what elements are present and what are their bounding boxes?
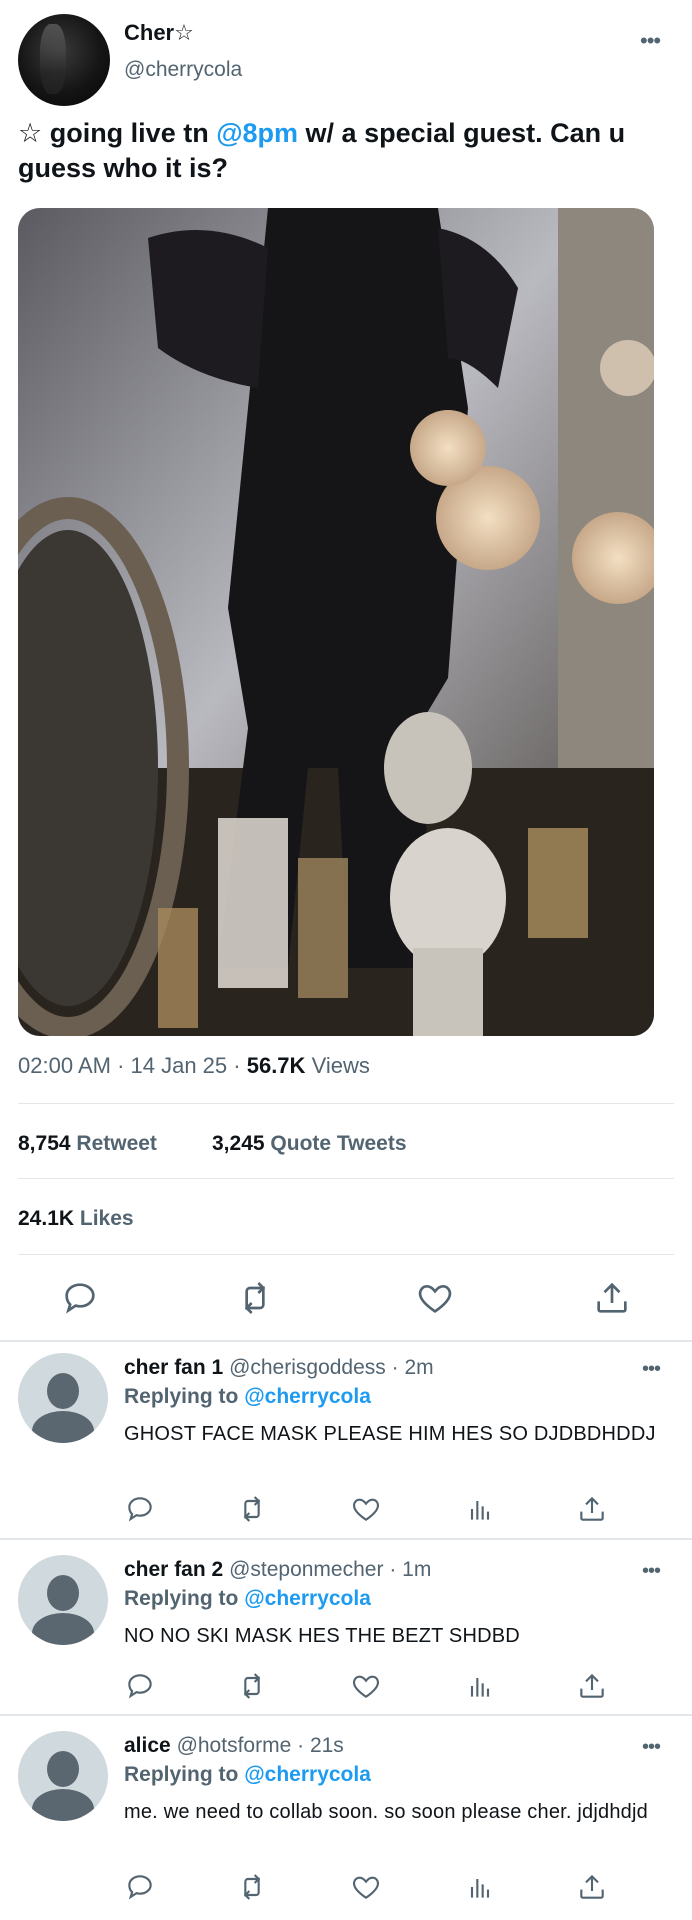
- likes-stat[interactable]: 24.1K Likes: [18, 1207, 134, 1231]
- replying-to-label: Replying to: [124, 1385, 239, 1408]
- replying-to-mention[interactable]: @cherrycola: [244, 1763, 371, 1786]
- divider: [18, 1254, 674, 1255]
- reply-more-button[interactable]: •••: [642, 1736, 661, 1759]
- reply-time: 2m: [404, 1356, 434, 1379]
- retweet-icon[interactable]: [236, 1871, 268, 1903]
- reply-icon[interactable]: [60, 1278, 100, 1318]
- reply-icon[interactable]: [124, 1670, 156, 1702]
- replying-to-mention[interactable]: @cherrycola: [244, 1587, 371, 1610]
- more-options-button[interactable]: •••: [640, 28, 661, 54]
- divider: [18, 1178, 674, 1179]
- mention-link[interactable]: @8pm: [216, 118, 298, 148]
- like-icon[interactable]: [350, 1871, 382, 1903]
- likes-label: Likes: [79, 1207, 134, 1230]
- tweet-text: ☆ going live tn @8pm w/ a special guest.…: [18, 116, 678, 186]
- share-icon[interactable]: [576, 1670, 608, 1702]
- like-icon[interactable]: [415, 1278, 455, 1318]
- tweet-meta: 02:00 AM · 14 Jan 25 · 56.7K Views: [18, 1053, 370, 1078]
- share-icon[interactable]: [592, 1278, 632, 1318]
- author-avatar[interactable]: [18, 14, 110, 106]
- retweet-icon[interactable]: [236, 1670, 268, 1702]
- tweet-text-part: ☆ going live tn: [18, 118, 217, 148]
- replying-to: Replying to @cherrycola: [124, 1587, 371, 1611]
- analytics-icon[interactable]: [464, 1670, 496, 1702]
- reply-header: cher fan 2 @steponmecher · 1m: [124, 1558, 432, 1581]
- replying-to-label: Replying to: [124, 1763, 239, 1786]
- reply-avatar[interactable]: [18, 1353, 108, 1443]
- like-icon[interactable]: [350, 1493, 382, 1525]
- views-label: Views: [311, 1053, 370, 1078]
- reply-author-handle[interactable]: @hotsforme: [177, 1734, 292, 1757]
- reply-time: 21s: [309, 1734, 344, 1757]
- retweets-label: Retweet: [76, 1132, 157, 1155]
- reply-time: 1m: [402, 1558, 432, 1581]
- quotes-stat[interactable]: 3,245 Quote Tweets: [212, 1132, 407, 1156]
- reply-avatar[interactable]: [18, 1555, 108, 1645]
- reply-icon[interactable]: [124, 1493, 156, 1525]
- reply-more-button[interactable]: •••: [642, 1560, 661, 1583]
- views-count: 56.7K: [246, 1053, 306, 1078]
- replying-to: Replying to @cherrycola: [124, 1763, 371, 1787]
- analytics-icon[interactable]: [464, 1871, 496, 1903]
- share-icon[interactable]: [576, 1871, 608, 1903]
- tweet-date: 14 Jan 25: [130, 1053, 228, 1078]
- reply-author-handle[interactable]: @cherisgoddess: [229, 1356, 386, 1379]
- reply-more-button[interactable]: •••: [642, 1358, 661, 1381]
- reply-author-handle[interactable]: @steponmecher: [229, 1558, 383, 1581]
- reply-avatar[interactable]: [18, 1731, 108, 1821]
- tweet-photo[interactable]: [18, 208, 654, 1036]
- reply-text: me. we need to collab soon. so soon plea…: [124, 1801, 648, 1823]
- share-icon[interactable]: [576, 1493, 608, 1525]
- reply-author-name[interactable]: alice: [124, 1734, 171, 1757]
- reply-text: GHOST FACE MASK PLEASE HIM HES SO DJDBDH…: [124, 1423, 656, 1445]
- reply-header: alice @hotsforme · 21s: [124, 1734, 344, 1757]
- reply-text: NO NO SKI MASK HES THE BEZT SHDBD: [124, 1625, 520, 1647]
- replying-to-mention[interactable]: @cherrycola: [244, 1385, 371, 1408]
- author-name[interactable]: Cher☆: [124, 20, 194, 46]
- retweets-stat[interactable]: 8,754 Retweet: [18, 1132, 157, 1156]
- replying-to: Replying to @cherrycola: [124, 1385, 371, 1409]
- analytics-icon[interactable]: [464, 1493, 496, 1525]
- like-icon[interactable]: [350, 1670, 382, 1702]
- reply-author-name[interactable]: cher fan 2: [124, 1558, 223, 1581]
- reply-author-name[interactable]: cher fan 1: [124, 1356, 223, 1379]
- reply-icon[interactable]: [124, 1871, 156, 1903]
- quotes-label: Quote Tweets: [270, 1132, 407, 1155]
- reply-header: cher fan 1 @cherisgoddess · 2m: [124, 1356, 434, 1379]
- replying-to-label: Replying to: [124, 1587, 239, 1610]
- reply-divider: [0, 1538, 692, 1540]
- retweet-icon[interactable]: [235, 1278, 275, 1318]
- tweet-time: 02:00 AM: [18, 1053, 111, 1078]
- quotes-count: 3,245: [212, 1132, 265, 1155]
- likes-count: 24.1K: [18, 1207, 75, 1230]
- reply-divider: [0, 1714, 692, 1716]
- retweet-icon[interactable]: [236, 1493, 268, 1525]
- section-divider: [0, 1340, 692, 1342]
- divider: [18, 1103, 674, 1104]
- author-handle[interactable]: @cherrycola: [124, 58, 242, 82]
- retweets-count: 8,754: [18, 1132, 71, 1155]
